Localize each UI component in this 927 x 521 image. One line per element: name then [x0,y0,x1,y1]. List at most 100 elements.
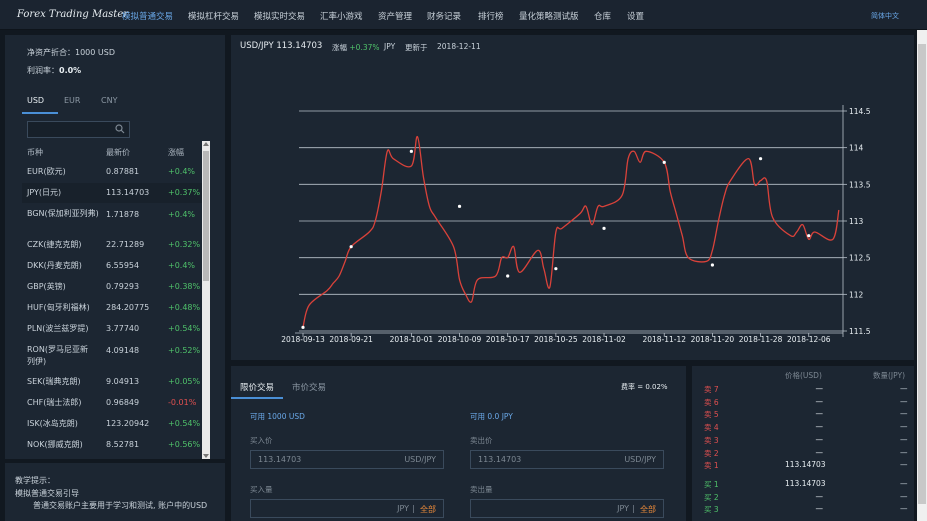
currency-search-input[interactable] [27,121,130,138]
y-tick-label: 111.5 [849,327,871,336]
currency-change: +0.32% [168,240,201,249]
x-tick-label: 2018-11-02 [582,335,626,344]
col-header-price: 最新价 [106,148,130,157]
ask-level-label: 卖 5 [704,410,719,420]
table-row[interactable]: GBP(英镑) 0.79293 +0.38% [22,281,202,297]
nav-item-leverage-trading[interactable]: 模拟杠杆交易 [188,10,239,22]
nav-item-rate-game[interactable]: 汇率小游戏 [320,10,363,22]
currency-name: EUR(欧元) [27,167,66,176]
currency-price: 0.96849 [106,398,140,407]
data-point [710,263,715,267]
nav-item-asset-management[interactable]: 资产管理 [378,10,412,22]
tab-limit-order[interactable]: 限价交易 [240,381,274,393]
y-tick-label: 114 [849,144,864,153]
table-row[interactable]: DKK(丹麦克朗) 6.55954 +0.4% [22,260,202,276]
x-tick-label: 2018-10-09 [438,335,482,344]
buy-price-value: 113.14703 [258,455,302,464]
brand-logo[interactable]: Forex Trading Master [17,9,128,20]
nav-item-normal-trading[interactable]: 模拟普通交易 [122,10,173,22]
table-row[interactable]: CHF(瑞士法郎) 0.96849 -0.01% [22,397,202,413]
scroll-down-icon[interactable] [203,454,209,458]
table-row[interactable]: CZK(捷克克朗) 22.71289 +0.32% [22,239,202,255]
currency-name: SEK(瑞典克朗) [27,377,81,386]
table-row[interactable]: BGN(保加利亚列弗) 1.71878 +0.4% [22,208,202,236]
buy-all-button[interactable]: 全部 [420,504,436,515]
ask-level-price: 113.14703 [785,460,826,470]
x-tick-label: 2018-11-12 [642,335,686,344]
nav-item-financial-records[interactable]: 财务记录 [427,10,461,22]
currency-name: DKK(丹麦克朗) [27,261,82,270]
sell-amount-input[interactable]: JPY | 全部 [470,499,664,518]
nav-item-settings[interactable]: 设置 [627,10,644,22]
bid-level-label: 买 2 [704,492,719,502]
data-point [409,149,413,153]
ask-level-price: — [815,434,824,444]
x-tick-label: 2018-11-28 [739,335,783,344]
bid-level-amount: — [900,479,908,488]
currency-change: +0.54% [168,324,201,333]
currency-name: RON(罗马尼亚新列伊) [27,345,88,366]
nav-item-warehouse[interactable]: 仓库 [594,10,611,22]
buy-amount-unit: JPY [397,504,409,513]
tab-eur[interactable]: EUR [64,96,80,105]
x-tick-label: 2018-10-01 [390,335,434,344]
sell-price-unit: USD/JPY [624,455,656,464]
currency-name: GBP(英镑) [27,282,66,291]
currency-price: 284.20775 [106,303,150,312]
table-row[interactable]: NOK(挪威克朗) 8.52781 +0.56% [22,439,202,455]
y-tick-label: 113.5 [849,180,871,189]
buy-available: 可用 1000 USD [250,412,305,421]
market-list-scrollbar[interactable] [202,141,210,459]
currency-change: +0.54% [168,419,201,428]
scrollbar-thumb[interactable] [203,151,209,281]
buy-price-label: 买入价 [250,436,273,445]
table-row[interactable]: RON(罗马尼亚新列伊) 4.09148 +0.52% [22,344,202,372]
scroll-up-icon[interactable] [203,142,209,146]
bid-level-price: — [815,491,824,501]
tab-usd[interactable]: USD [27,96,44,105]
table-row[interactable]: HUF(匈牙利福林) 284.20775 +0.48% [22,302,202,318]
data-point [758,157,763,161]
ask-level-label: 卖 7 [704,385,719,394]
search-icon[interactable] [115,124,125,134]
currency-price: 8.52781 [106,440,140,449]
currency-change: +0.4% [168,261,196,270]
table-row[interactable]: PLN(波兰兹罗提) 3.77740 +0.54% [22,323,202,339]
bid-level-label: 买 1 [704,480,719,489]
table-row[interactable]: EUR(欧元) 0.87881 +0.4% [22,166,202,182]
ask-level-amount: — [900,409,908,419]
x-tick-label: 2018-11-20 [691,335,735,344]
page-scrollbar[interactable] [917,30,927,521]
language-switch[interactable]: 简体中文 [871,11,899,21]
x-tick-label: 2018-10-25 [534,335,578,344]
currency-change: +0.37% [168,188,201,197]
x-tick-label: 2018-12-06 [787,335,831,344]
currency-price: 9.04913 [106,377,140,386]
y-tick-label: 113 [849,217,864,226]
profit-rate-value: 0.0% [59,66,82,75]
ask-level-label: 卖 1 [704,461,719,471]
buy-price-input[interactable]: 113.14703 USD/JPY [250,450,444,469]
ask-level-label: 卖 2 [704,448,719,458]
page-scrollbar-thumb[interactable] [918,44,926,504]
nav-item-leaderboard[interactable]: 排行榜 [478,10,504,22]
tab-cny[interactable]: CNY [101,96,117,105]
tab-market-order[interactable]: 市价交易 [292,381,326,393]
order-book-panel: 价格(USD) 数量(JPY) 卖 7 — — 卖 6 — — 卖 5 — — 卖 4 — — 卖 3 —… [692,366,914,521]
sell-price-input[interactable]: 113.14703 USD/JPY [470,450,664,469]
table-row-selected[interactable]: JPY(日元) 113.14703 +0.37% [22,183,202,203]
bid-level-amount: — [900,491,908,501]
table-row[interactable]: ISK(冰岛克朗) 123.20942 +0.54% [22,418,202,434]
table-row[interactable]: SEK(瑞典克朗) 9.04913 +0.05% [22,376,202,392]
data-point [506,274,510,278]
nav-item-quant-strategy[interactable]: 量化策略测试版 [519,10,579,22]
nav-item-realtime-trading[interactable]: 模拟实时交易 [254,10,305,22]
sell-all-button[interactable]: 全部 [640,504,656,515]
buy-amount-input[interactable]: JPY | 全部 [250,499,444,518]
bid-level-label: 买 3 [704,505,719,515]
tutorial-tips-panel: 教学提示： 模拟普通交易引导 普通交易账户主要用于学习和测试, 账户中的USD [5,463,225,521]
data-point [554,267,558,271]
separator: | [632,504,635,513]
price-line-chart[interactable]: 111.5 112 112.5 113 113.5 114 114.5 2018-09-13 2… [231,35,914,360]
tips-title: 教学提示： [15,476,55,485]
